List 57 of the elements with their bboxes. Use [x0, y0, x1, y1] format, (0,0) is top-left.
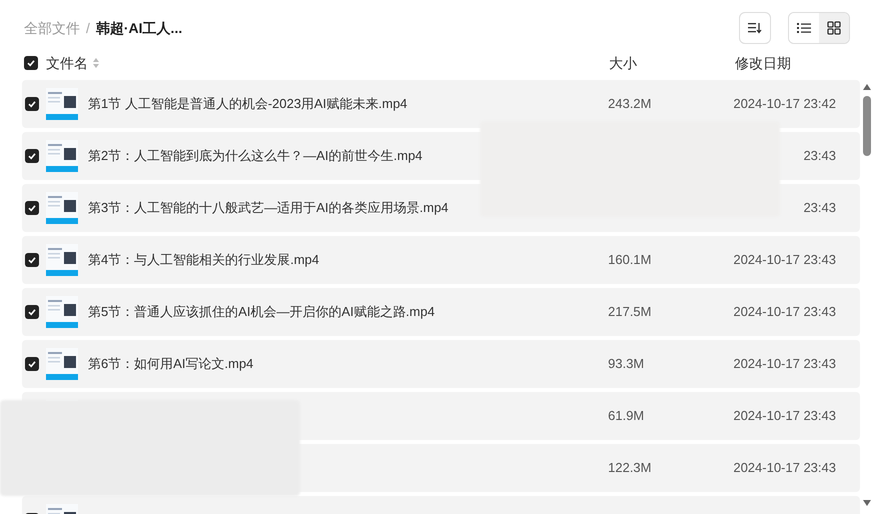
column-header[interactable]: 修改日期 — [735, 52, 791, 74]
file-size: 61.9M — [608, 408, 644, 424]
scrollbar-thumb[interactable] — [863, 96, 871, 156]
checkbox[interactable] — [25, 149, 39, 163]
file-size: 160.1M — [608, 252, 652, 268]
grid-icon — [827, 21, 841, 35]
file-row[interactable]: 第4节：与人工智能相关的行业发展.mp4 160.1M 2024-10-17 23:43 — [22, 236, 860, 284]
check-icon — [27, 99, 37, 109]
file-size: 93.3M — [608, 356, 644, 372]
check-icon — [27, 203, 37, 213]
file-size: 217.5M — [608, 304, 652, 320]
file-row[interactable]: 第6节：如何用AI写论文.mp4 93.3M 2024-10-17 23:43 — [22, 340, 860, 388]
check-icon — [27, 151, 37, 161]
checkbox[interactable] — [25, 305, 39, 319]
scroll-down-icon[interactable] — [863, 500, 871, 506]
check-icon — [27, 359, 37, 369]
check-icon — [27, 307, 37, 317]
modified-date: 2024-10-17 23:43 — [733, 355, 836, 374]
thumbnail-image — [46, 88, 78, 120]
modified-date: 2024-10-17 23:42 — [733, 95, 836, 114]
thumbnail-image — [46, 348, 78, 380]
modified-date: 2024-10-17 23:43 — [733, 459, 836, 478]
checkbox[interactable] — [24, 56, 38, 70]
checkbox[interactable] — [25, 97, 39, 111]
file-name[interactable]: 第3节：人工智能的十八般武艺—适用于AI的各类应用场景.mp4 — [88, 200, 448, 216]
file-name[interactable]: 第1节 人工智能是普通人的机会-2023用AI赋能未来.mp4 — [88, 96, 408, 112]
file-name[interactable]: 第5节：普通人应该抓住的AI机会—开启你的AI赋能之路.mp4 — [88, 304, 435, 320]
list-icon — [797, 22, 811, 34]
scroll-up-icon[interactable] — [863, 84, 871, 90]
breadcrumb-link[interactable]: 韩超·AI工人... — [96, 18, 182, 38]
check-icon — [26, 58, 36, 68]
sort-button[interactable] — [739, 12, 771, 44]
thumbnail-image — [46, 140, 78, 172]
column-header[interactable]: 大小 — [609, 52, 735, 74]
column-header[interactable]: 文件名 — [46, 52, 88, 74]
file-name[interactable]: 第2节：人工智能到底为什么这么牛？—AI的前世今生.mp4 — [88, 148, 422, 164]
modified-date: 2024-10-17 23:43 — [733, 251, 836, 270]
view-mode-button[interactable] — [819, 13, 849, 43]
check-icon — [27, 255, 37, 265]
file-row[interactable]: 第1节 人工智能是普通人的机会-2023用AI赋能未来.mp4 243.2M 2024-10-17 23:42 — [22, 80, 860, 128]
modified-date: 2024-10-17 23:43 — [733, 407, 836, 426]
checkbox[interactable] — [25, 357, 39, 371]
checkbox[interactable] — [25, 253, 39, 267]
thumbnail-image — [46, 296, 78, 328]
file-row[interactable]: 第5节：普通人应该抓住的AI机会—开启你的AI赋能之路.mp4 217.5M 2024-10-17 23:43 — [22, 288, 860, 336]
sort-icon — [748, 22, 762, 34]
modified-date: 2024-10-17 23:43 — [733, 303, 836, 322]
file-name[interactable]: 第6节：如何用AI写论文.mp4 — [88, 356, 254, 372]
checkbox[interactable] — [25, 201, 39, 215]
thumbnail-image — [46, 244, 78, 276]
modified-date: 23:43 — [803, 147, 836, 166]
file-name[interactable]: 第4节：与人工智能相关的行业发展.mp4 — [88, 252, 320, 268]
file-size: 243.2M — [608, 96, 652, 112]
breadcrumb-separator: / — [86, 18, 90, 38]
file-size: 122.3M — [608, 460, 652, 476]
thumbnail-image — [46, 192, 78, 224]
modified-date: 23:43 — [803, 199, 836, 218]
